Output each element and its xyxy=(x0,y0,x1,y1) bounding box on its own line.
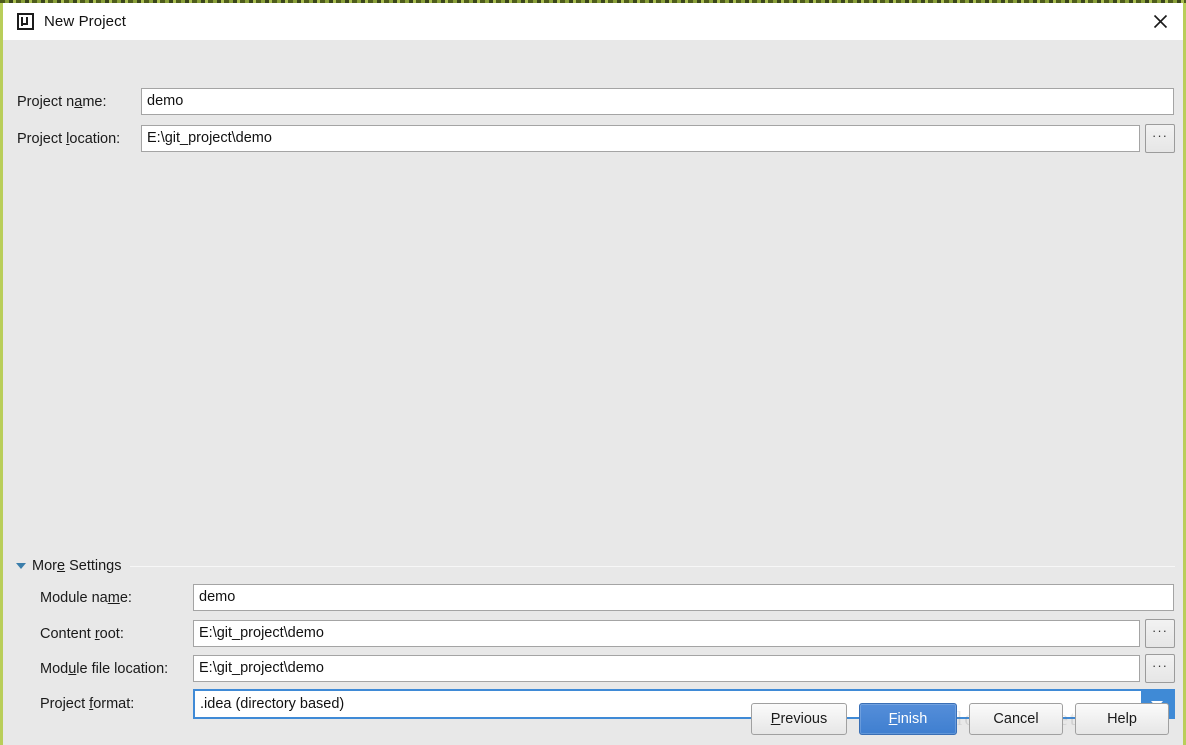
cancel-button[interactable]: Cancel xyxy=(969,703,1063,735)
triangle-down-icon xyxy=(16,563,26,569)
finish-button[interactable]: Finish xyxy=(859,703,957,735)
module-file-location-input[interactable]: E:\git_project\demo xyxy=(193,655,1140,682)
dialog-titlebar: New Project xyxy=(3,3,1183,40)
dialog-button-bar: Previous Finish Cancel Help xyxy=(3,701,1183,737)
project-location-browse-button[interactable]: ··· xyxy=(1145,124,1175,153)
ellipsis-icon: ··· xyxy=(1152,663,1168,669)
intellij-idea-icon xyxy=(17,13,34,30)
dialog-title: New Project xyxy=(44,13,126,30)
module-name-row: Module name: demo xyxy=(40,584,1174,611)
project-location-row: Project location: E:\git_project\demo ··… xyxy=(17,124,1175,153)
previous-button[interactable]: Previous xyxy=(751,703,847,735)
content-root-row: Content root: E:\git_project\demo ··· xyxy=(40,619,1175,648)
help-button[interactable]: Help xyxy=(1075,703,1169,735)
module-file-location-label: Module file location: xyxy=(40,661,193,677)
section-divider xyxy=(130,566,1175,567)
project-location-input[interactable]: E:\git_project\demo xyxy=(141,125,1140,152)
project-name-label: Project name: xyxy=(17,94,141,110)
ellipsis-icon: ··· xyxy=(1152,133,1168,139)
module-file-location-row: Module file location: E:\git_project\dem… xyxy=(40,654,1175,683)
module-name-label: Module name: xyxy=(40,590,193,606)
new-project-dialog: New Project Project name: demo Project l… xyxy=(0,0,1186,745)
content-root-browse-button[interactable]: ··· xyxy=(1145,619,1175,648)
project-name-row: Project name: demo xyxy=(17,88,1174,115)
project-name-input[interactable]: demo xyxy=(141,88,1174,115)
content-root-input[interactable]: E:\git_project\demo xyxy=(193,620,1140,647)
dialog-content: Project name: demo Project location: E:\… xyxy=(3,40,1183,745)
module-file-location-browse-button[interactable]: ··· xyxy=(1145,654,1175,683)
more-settings-label: More Settings xyxy=(32,558,121,574)
more-settings-toggle[interactable]: More Settings xyxy=(16,558,1175,574)
module-name-input[interactable]: demo xyxy=(193,584,1174,611)
close-icon[interactable] xyxy=(1137,3,1183,40)
project-location-label: Project location: xyxy=(17,131,141,147)
ellipsis-icon: ··· xyxy=(1152,628,1168,634)
content-root-label: Content root: xyxy=(40,626,193,642)
